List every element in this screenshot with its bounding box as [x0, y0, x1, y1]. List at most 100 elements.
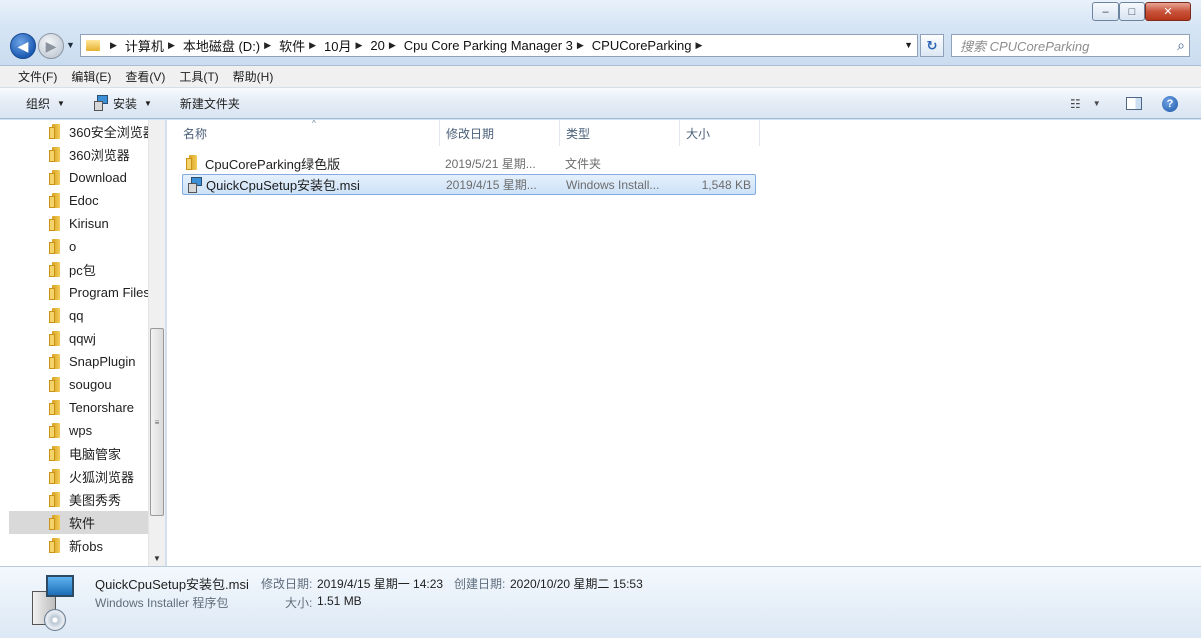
- breadcrumb-drive-d[interactable]: 本地磁盘 (D:): [183, 36, 260, 55]
- sidebar-item[interactable]: Edoc: [9, 189, 148, 212]
- preview-pane-icon: [1126, 97, 1142, 110]
- chevron-right-icon[interactable]: ▶: [309, 40, 316, 51]
- sidebar-item[interactable]: qqwj: [9, 327, 148, 350]
- change-view-button[interactable]: ☷ ▼: [1070, 88, 1101, 119]
- file-name: QuickCpuSetup安装包.msi: [206, 178, 360, 193]
- sidebar-item[interactable]: pc包: [9, 258, 148, 281]
- chevron-right-icon[interactable]: ▶: [110, 40, 117, 51]
- search-icon[interactable]: ⌕: [1177, 37, 1185, 54]
- maximize-button[interactable]: □: [1119, 2, 1145, 21]
- column-date-label: 修改日期: [446, 126, 495, 141]
- sidebar-item-label: Tenorshare: [69, 400, 135, 415]
- sidebar-item[interactable]: Tenorshare: [9, 396, 148, 419]
- file-date: 2019/4/15 星期...: [446, 178, 537, 192]
- column-name-label: 名称: [183, 126, 208, 141]
- file-row-folder[interactable]: CpuCoreParking绿色版 2019/5/21 星期... 文件夹: [182, 153, 756, 174]
- folder-icon: [49, 308, 60, 323]
- sidebar-item[interactable]: 360浏览器: [9, 143, 148, 166]
- sidebar-item[interactable]: Download: [9, 166, 148, 189]
- preview-pane-button[interactable]: [1126, 88, 1142, 119]
- chevron-right-icon[interactable]: ▶: [389, 40, 396, 51]
- chevron-right-icon[interactable]: ▶: [355, 40, 362, 51]
- column-size[interactable]: 大小: [680, 120, 760, 146]
- new-folder-button[interactable]: 新建文件夹: [166, 88, 254, 118]
- sidebar-item-label: 电脑管家: [69, 447, 122, 462]
- details-filetype: Windows Installer 程序包: [95, 596, 229, 610]
- column-date-modified[interactable]: 修改日期: [440, 120, 560, 146]
- folder-icon: [49, 423, 60, 438]
- forward-button[interactable]: ▶: [38, 33, 64, 59]
- file-size: 1,548 KB: [701, 177, 751, 192]
- sidebar-item[interactable]: sougou: [9, 373, 148, 396]
- menu-view[interactable]: 查看(V): [118, 68, 172, 85]
- folder-icon: [49, 216, 60, 231]
- installer-icon: [187, 177, 203, 193]
- details-size-value: 1.51 MB: [317, 594, 362, 608]
- install-button[interactable]: 安装 ▼: [79, 88, 166, 118]
- title-bar: – □ ✕ ◀ ▶ ▼ ▶ 计算机 ▶ 本地磁盘 (D:) ▶ 软件 ▶ 10月 ▶ 2…: [0, 0, 1201, 66]
- recent-pages-dropdown[interactable]: ▼: [66, 40, 75, 50]
- command-bar: 组织 ▼ 安装 ▼ 新建文件夹 ☷ ▼ ?: [0, 88, 1201, 119]
- sidebar-item-label: SnapPlugin: [69, 354, 136, 369]
- chevron-right-icon[interactable]: ▶: [577, 40, 584, 51]
- menu-edit[interactable]: 编辑(E): [64, 68, 118, 85]
- sidebar-item-label: 新obs: [69, 539, 103, 554]
- details-filename: QuickCpuSetup安装包.msi: [95, 577, 249, 592]
- sidebar-item-label: 软件: [69, 516, 96, 531]
- close-button[interactable]: ✕: [1145, 2, 1191, 21]
- details-created-value: 2020/10/20 星期二 15:53: [510, 577, 643, 591]
- breadcrumb-computer[interactable]: 计算机: [125, 36, 164, 55]
- folder-icon: [86, 40, 100, 51]
- details-modified-value: 2019/4/15 星期一 14:23: [317, 577, 444, 591]
- chevron-right-icon[interactable]: ▶: [696, 40, 703, 51]
- sidebar-item[interactable]: 新obs: [9, 534, 148, 557]
- refresh-button[interactable]: ↻: [920, 34, 944, 57]
- file-row-msi[interactable]: QuickCpuSetup安装包.msi 2019/4/15 星期... Win…: [182, 174, 756, 195]
- organize-button[interactable]: 组织 ▼: [12, 88, 79, 118]
- breadcrumb-software[interactable]: 软件: [279, 36, 305, 55]
- sidebar-item[interactable]: 360安全浏览器: [9, 120, 148, 143]
- folder-icon: [49, 400, 60, 415]
- address-history-dropdown[interactable]: ▼: [904, 40, 913, 50]
- back-button[interactable]: ◀: [10, 33, 36, 59]
- column-name[interactable]: 名称 ^: [177, 119, 440, 146]
- sidebar-item[interactable]: o: [9, 235, 148, 258]
- file-date: 2019/5/21 星期...: [445, 157, 536, 171]
- folder-icon: [49, 285, 60, 300]
- sidebar-item-label: qqwj: [69, 331, 96, 346]
- scrollbar-thumb[interactable]: ≡: [150, 328, 164, 516]
- help-button[interactable]: ?: [1162, 88, 1178, 119]
- sidebar-item-label: sougou: [69, 377, 112, 392]
- chevron-right-icon[interactable]: ▶: [168, 40, 175, 51]
- sidebar-item[interactable]: Kirisun: [9, 212, 148, 235]
- sidebar-item-label: Kirisun: [69, 216, 109, 231]
- breadcrumb-october[interactable]: 10月: [324, 36, 351, 55]
- folder-tree: 360安全浏览器 360浏览器 Download Edoc Kirisun o pc包 Pro…: [9, 120, 148, 566]
- search-placeholder: 搜索 CPUCoreParking: [960, 39, 1090, 54]
- breadcrumb-cpu-core-parking-manager[interactable]: Cpu Core Parking Manager 3: [404, 38, 573, 53]
- sidebar-item[interactable]: qq: [9, 304, 148, 327]
- menu-help[interactable]: 帮助(H): [226, 68, 281, 85]
- sidebar-item[interactable]: 火狐浏览器: [9, 465, 148, 488]
- details-pane: QuickCpuSetup安装包.msi Windows Installer 程…: [0, 566, 1201, 638]
- breadcrumb-20[interactable]: 20: [370, 38, 384, 53]
- menu-file[interactable]: 文件(F): [11, 68, 64, 85]
- column-type[interactable]: 类型: [560, 120, 680, 146]
- sidebar-item[interactable]: wps: [9, 419, 148, 442]
- file-list: 名称 ^ 修改日期 类型 大小 CpuCoreParking绿色版 2019/5…: [167, 119, 1201, 566]
- sidebar-item[interactable]: 美图秀秀: [9, 488, 148, 511]
- menu-bar: 文件(F) 编辑(E) 查看(V) 工具(T) 帮助(H): [0, 66, 1201, 88]
- sidebar-item[interactable]: 电脑管家: [9, 442, 148, 465]
- navigation-scrollbar[interactable]: ≡ ▼: [148, 120, 165, 566]
- search-box[interactable]: 搜索 CPUCoreParking ⌕: [951, 34, 1190, 57]
- sidebar-item[interactable]: Program Files: [9, 281, 148, 304]
- menu-tools[interactable]: 工具(T): [172, 68, 225, 85]
- address-bar[interactable]: ▶ 计算机 ▶ 本地磁盘 (D:) ▶ 软件 ▶ 10月 ▶ 20 ▶ Cpu Core …: [80, 34, 918, 57]
- sidebar-item[interactable]: SnapPlugin: [9, 350, 148, 373]
- minimize-button[interactable]: –: [1092, 2, 1119, 21]
- navigation-pane: 360安全浏览器 360浏览器 Download Edoc Kirisun o pc包 Pro…: [0, 120, 166, 566]
- chevron-right-icon[interactable]: ▶: [264, 40, 271, 51]
- scroll-down-arrow[interactable]: ▼: [153, 554, 161, 563]
- breadcrumb-cpucoreparking[interactable]: CPUCoreParking: [592, 38, 692, 53]
- sidebar-item[interactable]: 软件: [9, 511, 148, 534]
